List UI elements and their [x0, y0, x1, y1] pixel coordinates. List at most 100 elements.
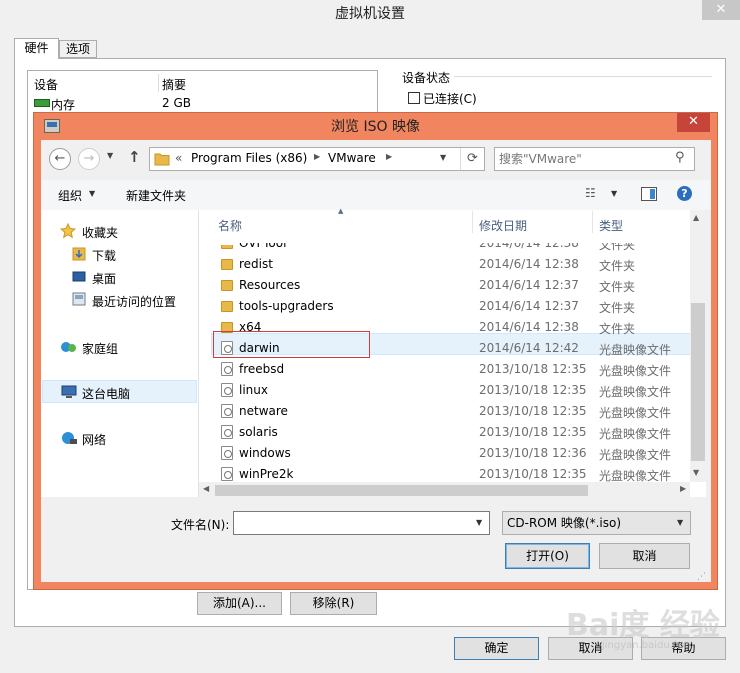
column-header-date[interactable]: 修改日期	[479, 217, 527, 234]
sort-ascending-icon: ▲	[338, 207, 344, 215]
file-type: 文件夹	[599, 259, 636, 273]
disc-image-icon	[221, 383, 233, 397]
network-icon	[62, 432, 77, 444]
file-date: 2014/6/14 12:42	[479, 341, 579, 355]
breadcrumb-vmware[interactable]: VMware	[328, 151, 376, 165]
device-row-memory[interactable]: 内存	[51, 96, 75, 113]
folder-icon	[221, 280, 233, 291]
outer-close-button[interactable]: ✕	[702, 0, 740, 20]
nav-favorites[interactable]: 收藏夹	[82, 224, 118, 241]
nav-network[interactable]: 网络	[82, 431, 106, 448]
file-date: 2014/6/14 12:38	[479, 257, 579, 271]
homegroup-icon	[61, 342, 76, 352]
address-dropdown-icon[interactable]: ▼	[440, 153, 446, 162]
organize-button[interactable]: 组织	[58, 187, 82, 204]
file-name[interactable]: tools-upgraders	[239, 299, 334, 313]
column-separator[interactable]	[592, 211, 593, 233]
change-view-icon[interactable]: ☷	[585, 186, 596, 200]
browse-close-button[interactable]: ✕	[677, 113, 710, 132]
file-type: 光盘映像文件	[599, 385, 672, 399]
refresh-button[interactable]: ⟳	[460, 148, 484, 170]
folder-icon	[154, 153, 170, 166]
tab-hardware[interactable]: 硬件	[14, 38, 59, 59]
nav-downloads[interactable]: 下载	[92, 247, 116, 264]
file-date: 2013/10/18 12:35	[479, 362, 587, 376]
recent-places-icon	[72, 292, 86, 306]
scroll-right-icon[interactable]: ▶	[680, 484, 686, 493]
column-separator[interactable]	[472, 211, 473, 233]
annotation-highlight-box	[213, 331, 370, 358]
add-button[interactable]: 添加(A)...	[197, 592, 282, 615]
column-separator	[158, 74, 159, 92]
search-box[interactable]	[494, 147, 695, 171]
file-type: 光盘映像文件	[599, 448, 672, 462]
help-icon[interactable]: ?	[677, 186, 692, 201]
breadcrumb-program-files[interactable]: Program Files (x86)	[191, 151, 307, 165]
search-input[interactable]	[499, 150, 669, 168]
horizontal-scroll-thumb[interactable]	[215, 485, 588, 496]
disc-image-icon	[221, 446, 233, 460]
window-title: 虚拟机设置	[0, 0, 740, 30]
app-icon	[44, 119, 60, 133]
connected-checkbox[interactable]	[408, 92, 420, 104]
breadcrumb-separator-icon[interactable]: ▶	[386, 152, 392, 161]
forward-button[interactable]: →	[78, 148, 100, 170]
cancel-button[interactable]: 取消	[599, 543, 690, 569]
device-status-title: 设备状态	[402, 71, 451, 85]
file-name[interactable]: linux	[239, 383, 268, 397]
nav-recent[interactable]: 最近访问的位置	[92, 293, 176, 310]
computer-icon	[61, 385, 77, 398]
connected-label[interactable]: 已连接(C)	[423, 90, 477, 107]
filetype-dropdown-icon[interactable]: ▼	[677, 518, 683, 527]
preview-pane-icon[interactable]	[641, 187, 657, 201]
filetype-select[interactable]: CD-ROM 映像(*.iso)	[502, 511, 691, 535]
nav-homegroup[interactable]: 家庭组	[82, 340, 118, 357]
organize-dropdown-icon[interactable]: ▼	[89, 189, 95, 198]
file-name[interactable]: winPre2k	[239, 467, 293, 481]
filename-dropdown-icon[interactable]: ▼	[476, 518, 482, 527]
star-icon	[60, 223, 76, 239]
file-name[interactable]: solaris	[239, 425, 278, 439]
column-header-summary[interactable]: 摘要	[162, 76, 186, 93]
file-name[interactable]: netware	[239, 404, 288, 418]
file-type: 文件夹	[599, 301, 636, 315]
disc-image-icon	[221, 425, 233, 439]
search-icon[interactable]: ⚲	[675, 150, 685, 165]
breadcrumb-overflow[interactable]: «	[175, 151, 182, 165]
view-dropdown-icon[interactable]: ▼	[611, 189, 617, 198]
vertical-scroll-thumb[interactable]	[691, 303, 705, 461]
column-header-name[interactable]: 名称	[218, 217, 242, 234]
new-folder-button[interactable]: 新建文件夹	[126, 187, 186, 204]
downloads-folder-icon	[72, 247, 86, 261]
file-type: 光盘映像文件	[599, 364, 672, 378]
file-type: 光盘映像文件	[599, 406, 672, 420]
column-header-type[interactable]: 类型	[599, 217, 623, 234]
scroll-down-icon[interactable]: ▼	[693, 468, 699, 477]
disc-image-icon	[221, 362, 233, 376]
remove-button[interactable]: 移除(R)	[290, 592, 377, 615]
scroll-up-icon[interactable]: ▲	[693, 213, 699, 222]
file-date: 2013/10/18 12:35	[479, 404, 587, 418]
filetype-value: CD-ROM 映像(*.iso)	[507, 516, 622, 530]
open-button[interactable]: 打开(O)	[505, 543, 590, 569]
disc-image-icon	[221, 467, 233, 481]
recent-locations-dropdown-icon[interactable]: ▼	[107, 151, 113, 160]
memory-icon	[34, 99, 50, 107]
file-date: 2014/6/14 12:37	[479, 278, 579, 292]
nav-desktop[interactable]: 桌面	[92, 270, 116, 287]
ok-button[interactable]: 确定	[454, 637, 539, 660]
column-header-device[interactable]: 设备	[34, 76, 58, 93]
breadcrumb-separator-icon[interactable]: ▶	[314, 152, 320, 161]
filename-input[interactable]	[233, 511, 490, 535]
nav-this-pc[interactable]: 这台电脑	[82, 385, 130, 402]
scroll-left-icon[interactable]: ◀	[203, 484, 209, 493]
file-name[interactable]: Resources	[239, 278, 300, 292]
folder-icon	[221, 301, 233, 312]
file-name[interactable]: freebsd	[239, 362, 284, 376]
file-name[interactable]: windows	[239, 446, 291, 460]
up-button[interactable]: ↑	[128, 148, 141, 166]
file-name[interactable]: redist	[239, 257, 273, 271]
tab-options[interactable]: 选项	[59, 40, 97, 58]
resize-grip-icon[interactable]: ⋰	[697, 572, 706, 582]
back-button[interactable]: ←	[49, 148, 71, 170]
